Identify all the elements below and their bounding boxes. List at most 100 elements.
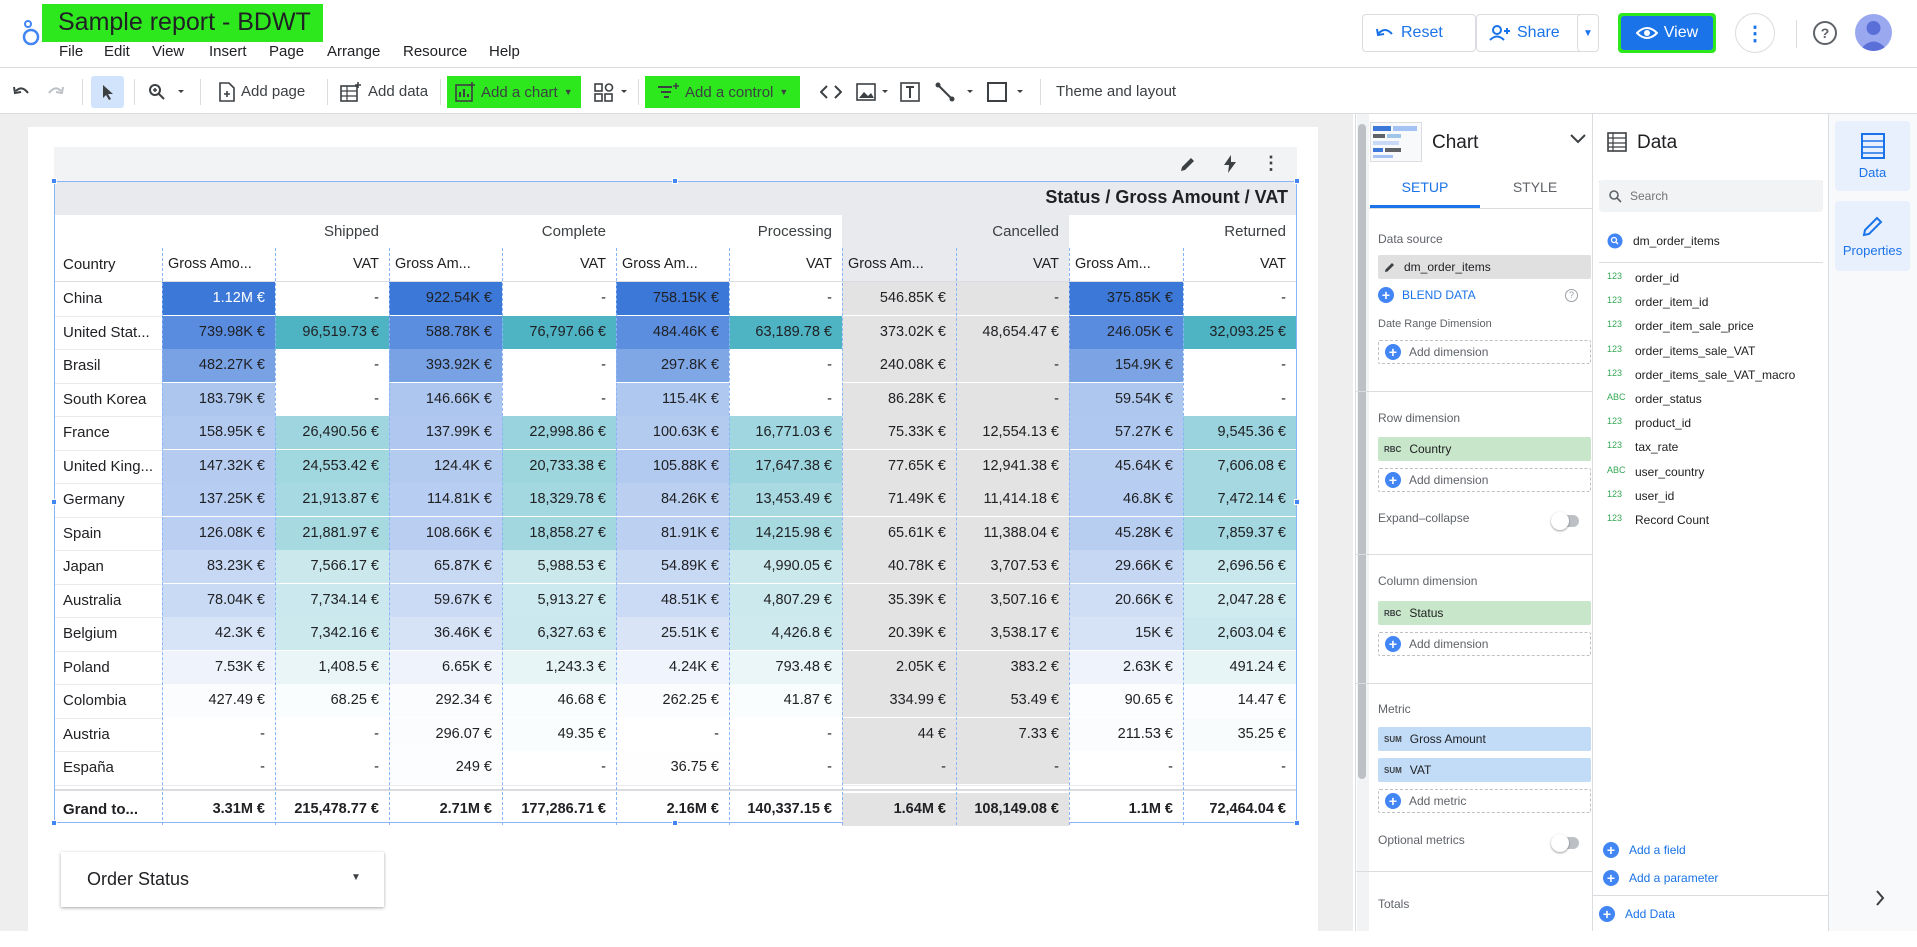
add-metric[interactable]: + Add metric [1378, 789, 1591, 813]
chevron-right-icon[interactable] [1875, 890, 1885, 906]
table-cell: 108.66K € [389, 516, 502, 550]
tab-style[interactable]: STYLE [1480, 174, 1590, 208]
number-type-icon: 123 [1607, 271, 1623, 281]
help-icon[interactable]: ? [1565, 289, 1578, 302]
lightning-icon[interactable] [1223, 155, 1237, 173]
menu-resource[interactable]: Resource [403, 43, 467, 60]
table-cell: 126.08K € [162, 516, 275, 550]
more-options-button[interactable]: ⋮ [1735, 13, 1775, 53]
select-cursor-icon[interactable] [91, 76, 124, 108]
table-cell: 13,453.49 € [729, 483, 842, 516]
status-column-header: Cancelled [992, 223, 1059, 240]
add-data-button[interactable]: Add data [340, 69, 428, 114]
row-dimension-chip[interactable]: RBC Country [1378, 437, 1591, 461]
table-cell: 147.32K € [162, 449, 275, 483]
toolbar: Add page Add data Add a chart ▼ Add a co… [0, 69, 1917, 114]
line-icon[interactable] [935, 69, 975, 114]
field-item[interactable]: 123 user_id [1607, 489, 1674, 503]
table-cell: 114.81K € [389, 483, 502, 516]
embed-code-icon[interactable] [820, 69, 842, 114]
rail-data-tab[interactable]: Data [1835, 121, 1910, 191]
chart-type-icon[interactable] [1370, 122, 1422, 162]
expand-collapse-toggle[interactable] [1551, 512, 1579, 530]
data-search-box[interactable] [1599, 180, 1823, 212]
menu-arrange[interactable]: Arrange [327, 43, 380, 60]
resize-handle[interactable] [1294, 499, 1300, 505]
scrollbar[interactable] [1358, 124, 1366, 779]
rail-properties-tab[interactable]: Properties [1835, 201, 1910, 271]
chart-more-icon[interactable]: ⋮ [1262, 153, 1280, 174]
field-item[interactable]: 123 order_id [1607, 271, 1679, 285]
view-button[interactable]: View [1618, 13, 1716, 53]
chevron-down-icon[interactable] [1570, 134, 1586, 144]
order-status-control[interactable]: Order Status ▼ [61, 852, 384, 907]
field-item[interactable]: 123 order_item_id [1607, 295, 1708, 309]
add-parameter-button[interactable]: + Add a parameter [1603, 870, 1718, 886]
resize-handle[interactable] [672, 178, 678, 184]
reset-button[interactable]: Reset [1362, 14, 1476, 52]
zoom-icon[interactable] [148, 69, 186, 114]
edit-pencil-icon[interactable] [1179, 155, 1197, 173]
shape-icon[interactable] [987, 69, 1027, 114]
search-input[interactable] [1630, 189, 1790, 203]
table-cell: 2,047.28 € [1183, 583, 1296, 617]
image-icon[interactable] [856, 69, 890, 114]
column-dimension-chip[interactable]: RBC Status [1378, 601, 1591, 625]
menu-insert[interactable]: Insert [209, 43, 247, 60]
table-cell: 45.28K € [1069, 516, 1183, 550]
field-item[interactable]: 123 product_id [1607, 416, 1691, 430]
resize-handle[interactable] [672, 820, 678, 826]
report-title[interactable]: Sample report - BDWT [42, 4, 323, 42]
add-control-label: Add a control [685, 83, 774, 101]
add-data-button[interactable]: + Add Data [1599, 906, 1675, 922]
menu-help[interactable]: Help [489, 43, 520, 60]
field-item[interactable]: 123 order_item_sale_price [1607, 319, 1754, 333]
avatar[interactable] [1855, 14, 1892, 51]
table-cell: 7.33 € [956, 717, 1069, 751]
table-cell: 124.4K € [389, 449, 502, 483]
text-box-icon[interactable] [900, 69, 920, 114]
help-icon[interactable]: ? [1813, 21, 1837, 45]
add-field-button[interactable]: + Add a field [1603, 842, 1686, 858]
resize-handle[interactable] [1294, 820, 1300, 826]
field-item[interactable]: ABC order_status [1607, 392, 1702, 406]
optional-metrics-toggle[interactable] [1551, 834, 1579, 852]
field-item[interactable]: ABC user_country [1607, 465, 1704, 479]
add-page-button[interactable]: Add page [219, 69, 305, 114]
menu-file[interactable]: File [59, 43, 83, 60]
add-column-dimension[interactable]: + Add dimension [1378, 632, 1591, 656]
menu-page[interactable]: Page [269, 43, 304, 60]
add-control-button[interactable]: Add a control ▼ [645, 76, 801, 108]
add-date-dimension[interactable]: + Add dimension [1378, 340, 1591, 364]
field-item[interactable]: 123 order_items_sale_VAT [1607, 344, 1755, 358]
table-cell: 59.67K € [389, 583, 502, 617]
blend-data-button[interactable]: + BLEND DATA [1378, 287, 1476, 303]
table-cell: 334.99 € [842, 684, 956, 717]
field-item[interactable]: 123 order_items_sale_VAT_macro [1607, 368, 1795, 382]
resize-handle[interactable] [51, 820, 57, 826]
data-source-chip[interactable]: dm_order_items [1378, 255, 1591, 279]
tab-setup[interactable]: SETUP [1370, 174, 1480, 208]
menu-edit[interactable]: Edit [104, 43, 130, 60]
resize-handle[interactable] [1294, 178, 1300, 184]
community-visualizations-icon[interactable] [594, 69, 630, 114]
metric-heading: Metric [1378, 702, 1411, 716]
add-row-dimension[interactable]: + Add dimension [1378, 468, 1591, 492]
resize-handle[interactable] [51, 178, 57, 184]
add-chart-button[interactable]: Add a chart ▼ [447, 76, 581, 108]
data-source-entry[interactable]: dm_order_items [1607, 233, 1720, 249]
redo-icon[interactable] [47, 69, 65, 114]
undo-icon[interactable] [12, 69, 30, 114]
field-item[interactable]: 123 Record Count [1607, 513, 1709, 527]
metric-chip-vat[interactable]: SUM VAT [1378, 758, 1591, 782]
metric-chip-gross-amount[interactable]: SUM Gross Amount [1378, 727, 1591, 751]
looker-studio-logo[interactable] [20, 18, 42, 46]
number-type-icon: 123 [1607, 295, 1623, 306]
theme-layout-button[interactable]: Theme and layout [1056, 69, 1176, 114]
field-item[interactable]: 123 tax_rate [1607, 440, 1678, 454]
menu-view[interactable]: View [152, 43, 184, 60]
status-column-header: Complete [541, 223, 606, 240]
pivot-table-chart[interactable]: Status / Gross Amount / VAT Shipped Compl… [54, 181, 1297, 826]
share-dropdown-button[interactable]: ▼ [1577, 14, 1599, 52]
resize-handle[interactable] [51, 499, 57, 505]
